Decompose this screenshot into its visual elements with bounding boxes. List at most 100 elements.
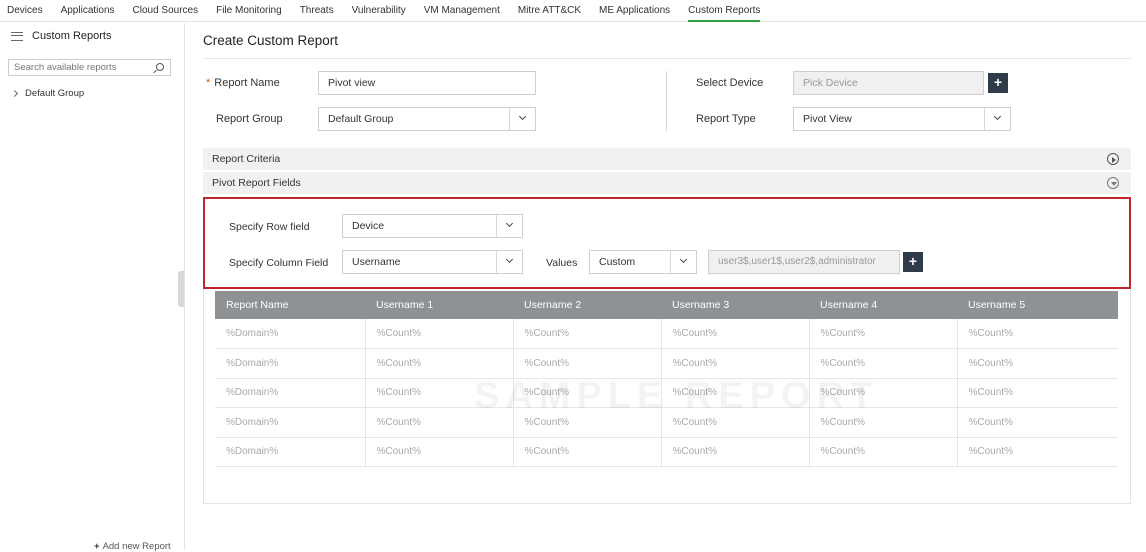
page-title: Create Custom Report	[203, 33, 339, 48]
pivot-fields-highlight: Specify Row field Device Specify Column …	[203, 197, 1131, 289]
row-field-select[interactable]: Device	[342, 214, 523, 238]
table-cell: %Count%	[809, 378, 958, 408]
column-field-value: Username	[352, 256, 401, 268]
table-cell: %Count%	[809, 407, 958, 438]
select-device-label: Select Device	[696, 77, 764, 89]
sidebar-item-default-group[interactable]: Default Group	[10, 88, 84, 99]
values-select[interactable]: Custom	[589, 250, 697, 274]
required-marker: *	[206, 77, 211, 89]
table-cell: %Domain%	[215, 437, 366, 467]
menu-icon[interactable]	[11, 31, 23, 41]
table-cell: %Count%	[365, 378, 514, 408]
table-row: %Domain% %Count% %Count% %Count% %Count%…	[215, 348, 1118, 379]
add-device-button[interactable]: +	[988, 73, 1008, 93]
top-nav: Devices Applications Cloud Sources File …	[0, 0, 1146, 22]
report-type-value: Pivot View	[803, 113, 852, 125]
chevron-down-icon	[505, 219, 514, 228]
table-cell: %Count%	[957, 378, 1118, 408]
table-cell: %Domain%	[215, 378, 366, 408]
table-cell: %Count%	[661, 348, 810, 379]
tab-vm-management[interactable]: VM Management	[424, 0, 500, 22]
dropdown-toggle[interactable]	[670, 251, 696, 273]
table-cell: %Count%	[957, 407, 1118, 438]
table-cell: %Count%	[661, 378, 810, 408]
dropdown-toggle[interactable]	[984, 108, 1010, 130]
report-name-field[interactable]: Pivot view	[318, 71, 536, 95]
tab-me-applications[interactable]: ME Applications	[599, 0, 670, 22]
dropdown-toggle[interactable]	[496, 215, 522, 237]
column-field-select[interactable]: Username	[342, 250, 523, 274]
tab-devices[interactable]: Devices	[7, 0, 43, 22]
pick-device-field[interactable]: Pick Device	[793, 71, 984, 95]
chevron-right-icon	[10, 89, 19, 98]
add-new-report-button[interactable]: + Add new Report	[94, 541, 171, 552]
report-type-select[interactable]: Pivot View	[793, 107, 1011, 131]
table-cell: %Count%	[513, 348, 662, 379]
table-cell: %Count%	[809, 348, 958, 379]
table-cell: %Count%	[513, 407, 662, 438]
dropdown-toggle[interactable]	[496, 251, 522, 273]
sidebar-title: Custom Reports	[32, 30, 112, 42]
column-header: Username 4	[809, 291, 957, 319]
table-header-row: Report Name Username 1 Username 2 Userna…	[215, 291, 1118, 319]
collapse-icon[interactable]	[1107, 177, 1119, 189]
report-name-label: * Report Name	[206, 77, 280, 89]
column-header: Username 2	[513, 291, 661, 319]
sidebar-header: Custom Reports	[0, 23, 184, 49]
report-group-label: Report Group	[216, 113, 283, 125]
sample-report-table: Report Name Username 1 Username 2 Userna…	[215, 291, 1118, 467]
row-field-value: Device	[352, 220, 385, 232]
table-cell: %Count%	[957, 319, 1118, 349]
values-label: Values	[546, 257, 578, 269]
report-search	[8, 59, 171, 76]
table-cell: %Count%	[661, 437, 810, 467]
chevron-down-icon	[993, 112, 1002, 121]
form-divider	[666, 71, 667, 131]
tab-applications[interactable]: Applications	[61, 0, 115, 22]
add-new-report-label: Add new Report	[102, 541, 171, 552]
add-values-button[interactable]: +	[903, 252, 923, 272]
report-group-value: Default Group	[328, 113, 394, 125]
column-header: Report Name	[215, 291, 365, 319]
table-cell: %Count%	[957, 348, 1118, 379]
sidebar: Custom Reports Default Group + Add new R…	[0, 23, 185, 552]
chevron-down-icon	[518, 112, 527, 121]
sidebar-collapse-handle[interactable]	[178, 271, 184, 307]
report-group-select[interactable]: Default Group	[318, 107, 536, 131]
pivot-fields-section[interactable]: Pivot Report Fields	[203, 172, 1131, 194]
table-row: %Domain% %Count% %Count% %Count% %Count%…	[215, 407, 1118, 438]
dropdown-toggle[interactable]	[509, 108, 535, 130]
table-row: %Domain% %Count% %Count% %Count% %Count%…	[215, 437, 1118, 467]
values-input[interactable]: user3$,user1$,user2$,administrator	[708, 250, 900, 274]
table-cell: %Count%	[365, 437, 514, 467]
table-cell: %Count%	[513, 378, 662, 408]
search-input[interactable]	[14, 62, 150, 73]
row-field-label: Specify Row field	[229, 221, 310, 233]
report-name-label-text: Report Name	[214, 77, 280, 89]
column-field-label: Specify Column Field	[229, 257, 329, 269]
tab-mitre-attack[interactable]: Mitre ATT&CK	[518, 0, 581, 22]
expand-icon[interactable]	[1107, 153, 1119, 165]
table-cell: %Domain%	[215, 348, 366, 379]
tab-cloud-sources[interactable]: Cloud Sources	[133, 0, 199, 22]
report-type-label: Report Type	[696, 113, 756, 125]
tab-threats[interactable]: Threats	[300, 0, 334, 22]
table-cell: %Count%	[365, 407, 514, 438]
table-cell: %Count%	[957, 437, 1118, 467]
table-cell: %Count%	[809, 437, 958, 467]
tab-file-monitoring[interactable]: File Monitoring	[216, 0, 282, 22]
chevron-down-icon	[505, 255, 514, 264]
table-cell: %Count%	[661, 319, 810, 349]
table-cell: %Count%	[365, 319, 514, 349]
title-divider	[203, 58, 1131, 59]
column-header: Username 5	[957, 291, 1118, 319]
report-criteria-section[interactable]: Report Criteria	[203, 148, 1131, 170]
tab-vulnerability[interactable]: Vulnerability	[352, 0, 406, 22]
section-title: Report Criteria	[212, 153, 281, 165]
table-cell: %Count%	[513, 319, 662, 349]
tab-custom-reports[interactable]: Custom Reports	[688, 0, 761, 22]
search-icon[interactable]	[156, 63, 164, 71]
column-header: Username 3	[661, 291, 809, 319]
section-title: Pivot Report Fields	[212, 177, 301, 189]
table-cell: %Domain%	[215, 319, 366, 349]
